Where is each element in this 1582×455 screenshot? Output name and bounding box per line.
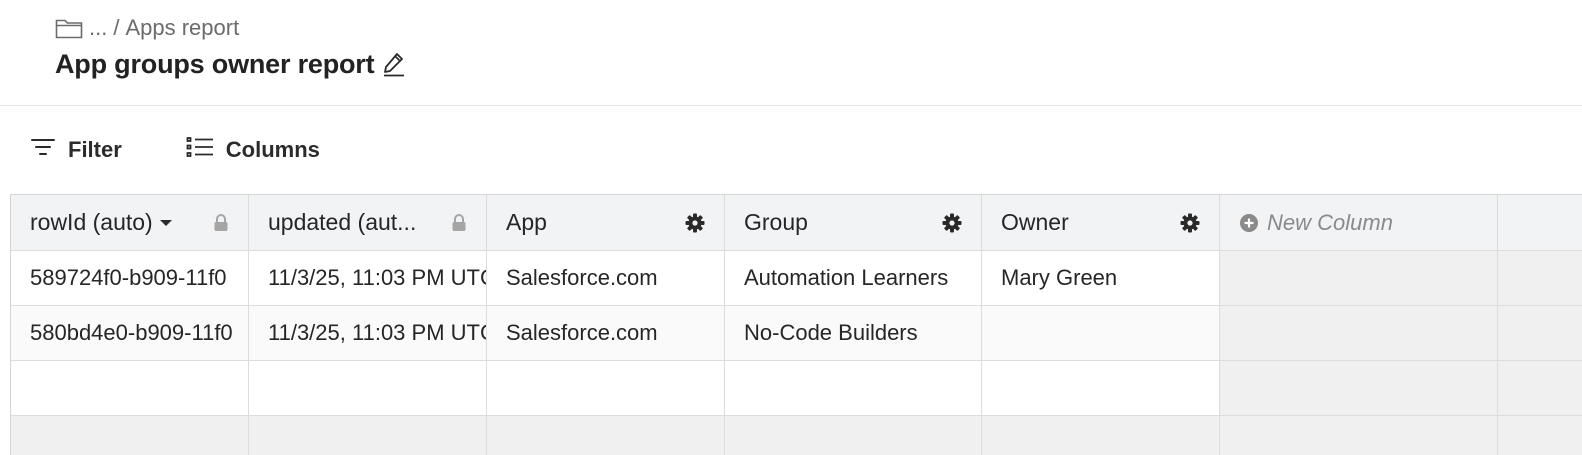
table-cell[interactable]: Salesforce.com <box>487 251 725 305</box>
gear-icon[interactable] <box>685 213 705 233</box>
empty-cell <box>1220 306 1498 360</box>
column-header-updated[interactable]: updated (aut... <box>249 195 487 250</box>
filter-button[interactable]: Filter <box>30 136 122 164</box>
column-header-label: rowId (auto) <box>30 209 153 235</box>
column-header-label: updated (aut... <box>268 209 417 235</box>
list-icon <box>186 136 226 164</box>
page-header: ... / Apps report App groups owner repor… <box>0 0 1582 106</box>
folder-icon[interactable] <box>55 17 89 39</box>
table-cell[interactable]: Salesforce.com <box>487 306 725 360</box>
table-cell[interactable]: 11/3/25, 11:03 PM UTC <box>249 306 487 360</box>
empty-cell <box>1498 251 1582 305</box>
filter-icon <box>30 136 68 164</box>
empty-cell[interactable] <box>725 361 982 415</box>
plus-circle-icon <box>1239 213 1259 233</box>
column-header-owner[interactable]: Owner <box>982 195 1220 250</box>
gear-icon[interactable] <box>1180 213 1200 233</box>
empty-cell <box>725 416 982 455</box>
empty-cell <box>487 416 725 455</box>
empty-cell <box>1220 251 1498 305</box>
breadcrumb: ... / Apps report <box>55 14 239 42</box>
table-row-filler <box>11 416 1582 455</box>
empty-cell <box>1498 416 1582 455</box>
breadcrumb-ellipsis[interactable]: ... <box>89 15 107 41</box>
empty-cell <box>1498 306 1582 360</box>
table-cell[interactable]: Mary Green <box>982 251 1220 305</box>
table-cell[interactable]: No-Code Builders <box>725 306 982 360</box>
page-title: App groups owner report <box>55 48 375 79</box>
empty-cell <box>1220 416 1498 455</box>
columns-button[interactable]: Columns <box>186 136 320 164</box>
table-row[interactable]: 589724f0-b909-11f0 11/3/25, 11:03 PM UTC… <box>11 251 1582 306</box>
column-header-app[interactable]: App <box>487 195 725 250</box>
data-grid: rowId (auto) updated (aut... App Group O… <box>10 194 1582 455</box>
empty-cell[interactable] <box>982 361 1220 415</box>
filter-label: Filter <box>68 137 122 162</box>
new-column-label: New Column <box>1267 209 1393 235</box>
column-header-label: Owner <box>1001 209 1069 235</box>
empty-cell <box>982 416 1220 455</box>
empty-header-cell <box>1498 195 1582 250</box>
new-column-button[interactable]: New Column <box>1220 195 1498 250</box>
empty-cell <box>1220 361 1498 415</box>
empty-cell <box>11 416 249 455</box>
column-header-label: App <box>506 209 547 235</box>
column-header-group[interactable]: Group <box>725 195 982 250</box>
title-row: App groups owner report <box>55 44 406 84</box>
table-row[interactable]: 580bd4e0-b909-11f0 11/3/25, 11:03 PM UTC… <box>11 306 1582 361</box>
lock-icon <box>213 213 229 232</box>
toolbar: Filter Columns <box>30 130 320 170</box>
breadcrumb-current[interactable]: Apps report <box>125 15 239 41</box>
lock-icon <box>451 213 467 232</box>
empty-cell[interactable] <box>487 361 725 415</box>
breadcrumb-separator: / <box>113 15 120 40</box>
empty-cell <box>249 416 487 455</box>
column-header-rowid[interactable]: rowId (auto) <box>11 195 249 250</box>
pencil-icon[interactable] <box>382 51 406 77</box>
table-header-row: rowId (auto) updated (aut... App Group O… <box>11 195 1582 251</box>
gear-icon[interactable] <box>942 213 962 233</box>
columns-label: Columns <box>225 137 320 162</box>
column-header-label: Group <box>744 209 808 235</box>
caret-down-icon[interactable] <box>159 218 173 228</box>
empty-cell[interactable] <box>11 361 249 415</box>
new-row[interactable] <box>11 361 1582 416</box>
table-cell[interactable]: 589724f0-b909-11f0 <box>11 251 249 305</box>
table-cell[interactable]: 11/3/25, 11:03 PM UTC <box>249 251 487 305</box>
table-cell[interactable]: 580bd4e0-b909-11f0 <box>11 306 249 360</box>
empty-cell[interactable] <box>249 361 487 415</box>
table-cell[interactable] <box>982 306 1220 360</box>
empty-cell <box>1498 361 1582 415</box>
table-cell[interactable]: Automation Learners <box>725 251 982 305</box>
